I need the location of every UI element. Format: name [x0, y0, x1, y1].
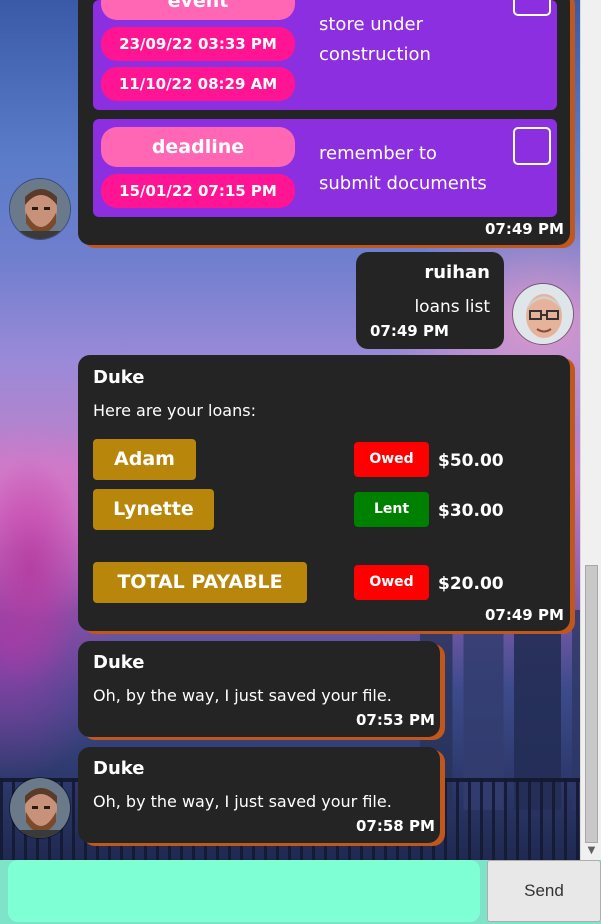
task-date-pill: 15/01/22 07:15 PM — [101, 174, 295, 208]
task-card: event 23/09/22 03:33 PM 11/10/22 08:29 A… — [93, 0, 557, 110]
loans-message-bubble: Duke Here are your loans: Adam Owed $50.… — [78, 355, 570, 631]
task-description: remember to submit documents — [319, 143, 487, 194]
message-timestamp: 07:49 PM — [485, 220, 564, 238]
task-card: deadline 15/01/22 07:15 PM remember to s… — [93, 119, 557, 217]
message-text: Oh, by the way, I just saved your file. — [93, 686, 392, 705]
duke-message-bubble: Duke Oh, by the way, I just saved your f… — [78, 747, 440, 843]
task-date-pill: 11/10/22 08:29 AM — [101, 67, 295, 101]
loan-amount: $20.00 — [438, 574, 504, 594]
loan-person-label: Lynette — [93, 489, 214, 530]
message-text: loans list — [414, 297, 490, 317]
user-message-bubble: ruihan loans list 07:49 PM — [356, 252, 504, 349]
loan-amount: $30.00 — [438, 501, 504, 521]
duke-message-bubble: Duke Oh, by the way, I just saved your f… — [78, 641, 440, 737]
message-text: Here are your loans: — [93, 401, 256, 420]
send-button[interactable]: Send — [487, 860, 601, 922]
sender-name: ruihan — [424, 262, 490, 283]
task-done-checkbox[interactable] — [513, 127, 551, 165]
task-description: store under construction — [319, 14, 431, 65]
message-timestamp: 07:49 PM — [485, 606, 564, 624]
task-date-pill: 23/09/22 03:33 PM — [101, 27, 295, 61]
duke-avatar — [9, 777, 71, 839]
message-input[interactable] — [8, 860, 480, 922]
ruihan-avatar — [512, 283, 574, 345]
task-type-pill: deadline — [101, 127, 295, 167]
message-text: Oh, by the way, I just saved your file. — [93, 792, 392, 811]
input-bar: Send — [0, 860, 601, 924]
message-timestamp: 07:53 PM — [356, 711, 435, 729]
scroll-down-arrow-icon[interactable]: ▼ — [581, 843, 601, 858]
vertical-scrollbar[interactable]: ▼ — [580, 0, 601, 860]
sender-name: Duke — [93, 758, 145, 779]
task-done-checkbox[interactable] — [513, 0, 551, 16]
total-payable-label: TOTAL PAYABLE — [93, 562, 307, 603]
duke-avatar — [9, 178, 71, 240]
sender-name: Duke — [93, 652, 145, 673]
task-type-pill: event — [101, 0, 295, 20]
loan-status-lent: Lent — [354, 492, 429, 527]
loan-person-label: Adam — [93, 439, 196, 480]
loan-amount: $50.00 — [438, 451, 504, 471]
sender-name: Duke — [93, 367, 145, 388]
loan-status-owed: Owed — [354, 565, 429, 600]
message-timestamp: 07:58 PM — [356, 817, 435, 835]
scrollbar-thumb[interactable] — [585, 565, 598, 843]
loan-status-owed: Owed — [354, 442, 429, 477]
message-timestamp: 07:49 PM — [370, 322, 449, 340]
